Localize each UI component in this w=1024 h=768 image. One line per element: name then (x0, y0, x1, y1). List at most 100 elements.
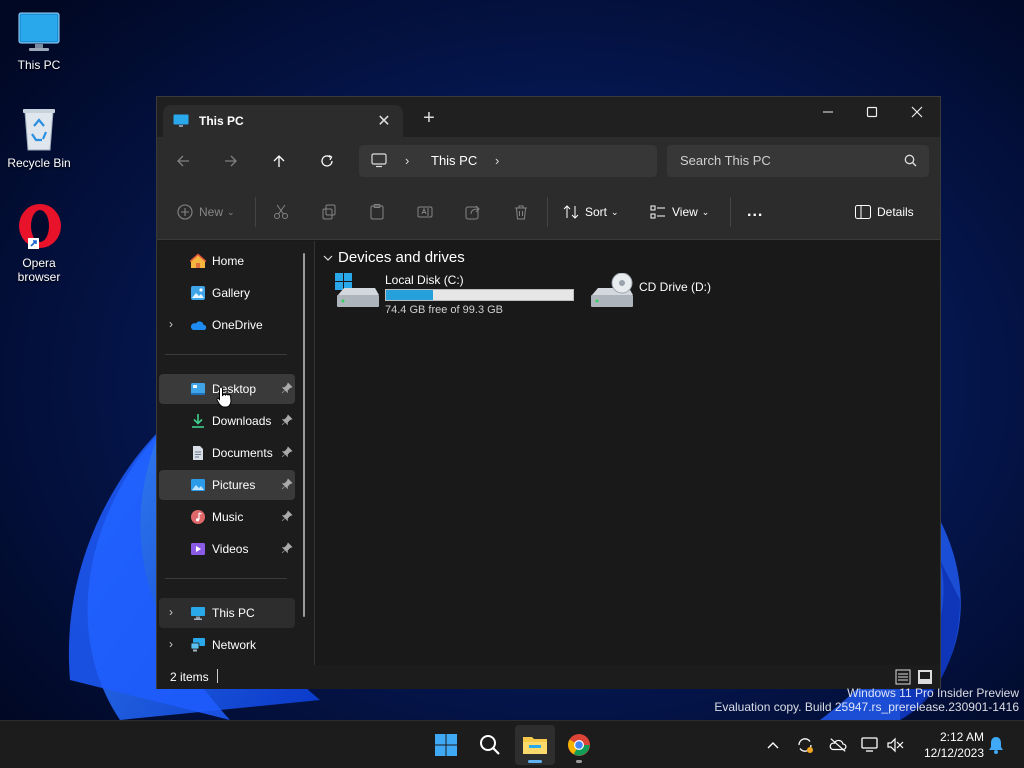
cut-button[interactable] (273, 199, 289, 225)
desktop-icon-label: This PC (17, 58, 61, 72)
breadcrumb-chevron-icon[interactable]: › (495, 153, 499, 168)
file-explorer-window[interactable]: This PC ✕ + › This PC › Search This PC N… (156, 96, 941, 689)
forward-button[interactable] (217, 147, 245, 175)
documents-icon (193, 446, 203, 460)
more-options-button[interactable]: ... (747, 199, 763, 225)
tab-this-pc[interactable]: This PC ✕ (163, 105, 403, 137)
pin-icon[interactable] (281, 382, 293, 394)
title-bar[interactable]: This PC ✕ + (157, 97, 940, 137)
sidebar-item-label: This PC (212, 606, 255, 620)
sync-icon (798, 738, 813, 753)
new-button[interactable]: New ⌄ (177, 199, 235, 225)
chevron-right-icon[interactable]: › (169, 605, 173, 619)
system-clock[interactable]: 2:12 AM 12/12/2023 (912, 729, 984, 761)
new-label: New (199, 205, 224, 219)
sidebar-item-pictures[interactable]: Pictures (159, 470, 295, 500)
sidebar-item-label: OneDrive (212, 318, 263, 332)
network-tray-icon[interactable] (861, 736, 879, 754)
this-pc-outline-icon (371, 153, 387, 168)
bell-icon (989, 737, 1003, 754)
content-pane[interactable]: Devices and drives Local Disk (C:) 74.4 … (315, 241, 940, 665)
view-button[interactable]: View ⌄ (650, 199, 709, 225)
search-input[interactable]: Search This PC (680, 153, 771, 168)
sidebar-scrollbar[interactable] (303, 253, 305, 617)
sidebar-item-this-pc[interactable]: › This PC (159, 598, 295, 628)
minimize-button[interactable] (805, 97, 851, 127)
group-header-devices[interactable]: Devices and drives (323, 249, 465, 266)
pin-icon[interactable] (281, 510, 293, 522)
cd-drive-icon (591, 273, 633, 307)
paste-button[interactable] (369, 199, 385, 225)
sort-icon (563, 205, 579, 219)
navigation-bar: › This PC › Search This PC (157, 137, 940, 185)
pin-icon[interactable] (281, 542, 293, 554)
chevron-right-icon[interactable]: › (169, 637, 173, 651)
new-tab-button[interactable]: + (419, 107, 439, 130)
chevron-right-icon[interactable]: › (169, 317, 173, 331)
close-tab-icon[interactable]: ✕ (375, 111, 393, 131)
toolbar-separator (255, 197, 256, 227)
details-button[interactable]: Details (855, 199, 914, 225)
status-separator (217, 669, 218, 683)
breadcrumb-this-pc[interactable]: This PC (431, 153, 477, 168)
pin-icon[interactable] (281, 414, 293, 426)
sidebar-item-documents[interactable]: Documents (159, 438, 295, 468)
sidebar-item-videos[interactable]: Videos (159, 534, 295, 564)
copy-button[interactable] (321, 199, 337, 225)
paste-icon (370, 204, 384, 220)
notifications-button[interactable] (987, 736, 1005, 754)
breadcrumb-chevron-icon[interactable]: › (405, 153, 409, 168)
volume-tray-icon[interactable] (886, 736, 904, 754)
back-button[interactable] (169, 147, 197, 175)
share-button[interactable] (465, 199, 481, 225)
sidebar-item-onedrive[interactable]: › OneDrive (159, 310, 295, 340)
more-icon: ... (747, 203, 764, 220)
show-hidden-icons-button[interactable] (764, 736, 782, 754)
maximize-button[interactable] (849, 97, 895, 127)
watermark-line: Evaluation copy. Build 25947.rs_prerelea… (714, 700, 1019, 714)
search-box[interactable]: Search This PC (667, 145, 929, 177)
desktop-icon-label: Opera browser (17, 256, 61, 284)
onedrive-tray-icon[interactable] (829, 736, 847, 754)
chevron-down-icon: ⌄ (611, 206, 619, 217)
sidebar-divider (165, 354, 287, 355)
up-button[interactable] (265, 147, 293, 175)
command-bar: New ⌄ Sort ⌄ View ⌄ ... Details (157, 185, 940, 240)
close-window-button[interactable] (894, 97, 940, 127)
sort-button[interactable]: Sort ⌄ (563, 199, 619, 225)
sidebar-item-label: Music (212, 510, 244, 524)
sidebar-item-home[interactable]: Home (159, 246, 295, 276)
sidebar-item-gallery[interactable]: Gallery (159, 278, 295, 308)
sidebar-item-label: Network (212, 638, 257, 652)
taskbar-chrome[interactable] (559, 725, 599, 765)
pin-icon[interactable] (281, 446, 293, 458)
drive-cd-d[interactable]: CD Drive (D:) (589, 273, 739, 319)
active-app-indicator (528, 760, 542, 763)
sidebar-item-label: Pictures (212, 478, 256, 492)
toolbar-separator (730, 197, 731, 227)
refresh-button[interactable] (313, 147, 341, 175)
search-icon (480, 735, 500, 755)
desktop-icon-opera[interactable]: Opera browser (0, 202, 78, 284)
opera-icon (19, 204, 61, 249)
start-button[interactable] (426, 725, 466, 765)
desktop-icon-recycle-bin[interactable]: Recycle Bin (0, 106, 78, 170)
details-view-icon[interactable] (895, 669, 911, 685)
sidebar-item-music[interactable]: Music (159, 502, 295, 532)
address-bar[interactable]: › This PC › (359, 145, 657, 177)
sidebar-item-downloads[interactable]: Downloads (159, 406, 295, 436)
desktop-icon-this-pc[interactable]: This PC (0, 10, 78, 72)
delete-button[interactable] (513, 199, 529, 225)
pin-icon[interactable] (281, 478, 293, 490)
scissors-icon (274, 204, 288, 219)
close-icon (911, 106, 923, 118)
sync-status-icon[interactable] (796, 736, 814, 754)
downloads-icon (192, 414, 204, 428)
sidebar-item-network[interactable]: › Network (159, 630, 295, 660)
search-button[interactable] (470, 725, 510, 765)
taskbar-file-explorer[interactable] (515, 725, 555, 765)
clock-time: 2:12 AM (939, 730, 984, 744)
drive-local-disk-c[interactable]: Local Disk (C:) 74.4 GB free of 99.3 GB (335, 273, 585, 319)
tiles-view-icon[interactable] (917, 669, 933, 685)
rename-button[interactable] (417, 199, 433, 225)
